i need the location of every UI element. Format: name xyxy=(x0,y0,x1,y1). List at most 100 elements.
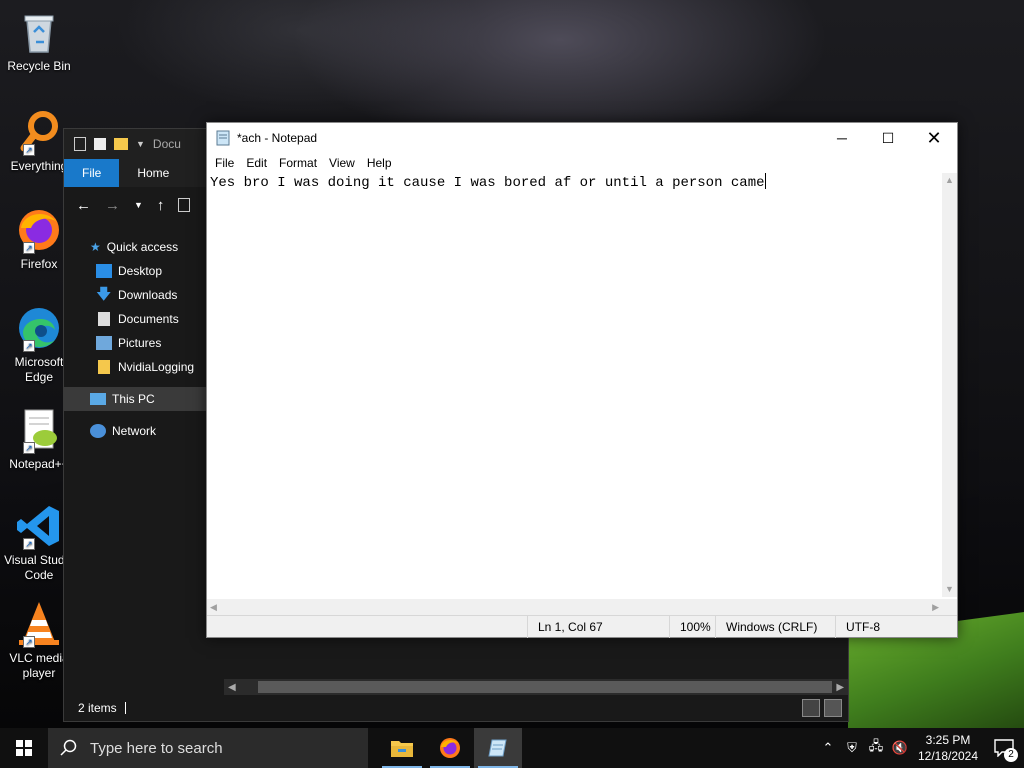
vlc-icon: ↗ xyxy=(15,600,63,648)
shortcut-arrow-icon: ↗ xyxy=(23,442,35,454)
scroll-right-icon[interactable]: ▶ xyxy=(832,682,848,693)
taskbar: Type here to search ⌃ ⛨ 🖧 🔇 3:25 PM 12/1… xyxy=(0,728,1024,768)
explorer-status-bar: 2 items xyxy=(64,695,848,721)
desktop-icon-recycle-bin[interactable]: Recycle Bin xyxy=(4,8,74,74)
zoom-level: 100% xyxy=(669,616,715,638)
menu-edit[interactable]: Edit xyxy=(240,156,273,170)
close-button[interactable]: ✕ xyxy=(911,123,957,153)
network-icon[interactable]: 🖧 xyxy=(864,737,888,759)
firefox-icon: ↗ xyxy=(15,206,63,254)
taskbar-firefox[interactable] xyxy=(426,728,474,768)
nav-label: Downloads xyxy=(118,288,178,302)
shortcut-arrow-icon: ↗ xyxy=(23,144,35,156)
qat-folder-icon[interactable] xyxy=(114,138,128,150)
cursor-position: Ln 1, Col 67 xyxy=(527,616,669,638)
nav-network[interactable]: Network xyxy=(64,419,221,443)
shortcut-arrow-icon: ↗ xyxy=(23,538,35,550)
vertical-scrollbar[interactable]: ▲ ▼ xyxy=(942,173,957,597)
clock-time: 3:25 PM xyxy=(925,733,971,747)
clock-date: 12/18/2024 xyxy=(917,749,979,763)
scroll-left-icon[interactable]: ◀ xyxy=(224,682,240,693)
scroll-left-icon[interactable]: ◀ xyxy=(210,602,217,613)
clock[interactable]: 3:25 PM 12/18/2024 xyxy=(912,732,984,764)
ribbon-tab-home[interactable]: Home xyxy=(119,159,187,187)
qat-properties-icon[interactable] xyxy=(94,138,106,150)
taskbar-file-explorer[interactable] xyxy=(378,728,426,768)
notepad-titlebar[interactable]: *ach - Notepad ─ ☐ ✕ xyxy=(207,123,957,153)
shortcut-arrow-icon: ↗ xyxy=(23,340,35,352)
nav-label: Pictures xyxy=(118,336,162,350)
details-view-icon[interactable] xyxy=(802,699,820,717)
file-explorer-icon xyxy=(391,741,413,757)
nav-label: This PC xyxy=(112,392,155,406)
horizontal-scrollbar[interactable]: ◀ ▶ xyxy=(207,599,942,615)
ribbon-tab-file[interactable]: File xyxy=(64,159,120,187)
menu-help[interactable]: Help xyxy=(361,156,398,170)
notepad-status-bar: Ln 1, Col 67 100% Windows (CRLF) UTF-8 xyxy=(207,615,957,638)
firefox-icon xyxy=(440,738,460,758)
explorer-app-icon xyxy=(74,137,86,151)
start-button[interactable] xyxy=(0,728,48,768)
nav-label: Network xyxy=(112,424,157,438)
text-caret xyxy=(764,173,766,189)
scroll-down-icon[interactable]: ▼ xyxy=(942,582,957,597)
taskbar-search-box[interactable]: Type here to search xyxy=(48,728,368,768)
vscode-icon: ↗ xyxy=(15,502,63,550)
large-icons-view-icon[interactable] xyxy=(824,699,842,717)
menu-format[interactable]: Format xyxy=(273,156,323,170)
location-icon xyxy=(178,198,191,212)
editor-content: Yes bro I was doing it cause I was bored… xyxy=(210,175,765,191)
qat-dropdown-icon[interactable]: ▼ xyxy=(136,139,145,149)
nav-item-documents[interactable]: Documents xyxy=(64,307,221,331)
folder-icon xyxy=(98,360,110,374)
line-ending: Windows (CRLF) xyxy=(715,616,835,638)
volume-muted-icon[interactable]: 🔇 xyxy=(888,740,912,756)
text-editor[interactable]: Yes bro I was doing it cause I was bored… xyxy=(207,173,942,597)
nav-this-pc[interactable]: This PC xyxy=(64,387,221,411)
everything-icon: ↗ xyxy=(15,108,63,156)
navigation-pane: ★ Quick access Desktop 🡇 Downloads Docum… xyxy=(64,229,221,695)
nav-item-desktop[interactable]: Desktop xyxy=(64,259,221,283)
star-icon: ★ xyxy=(90,240,101,254)
recent-locations-icon[interactable]: ▼ xyxy=(134,200,143,210)
recycle-bin-icon xyxy=(15,8,63,56)
desktop-icon-label: Recycle Bin xyxy=(7,59,71,73)
forward-arrow-icon[interactable]: → xyxy=(105,197,120,214)
encoding: UTF-8 xyxy=(835,616,943,638)
scroll-right-icon[interactable]: ▶ xyxy=(932,602,939,613)
explorer-title: Docu xyxy=(152,137,181,151)
nav-label: NvidiaLogging xyxy=(118,360,195,374)
edge-icon: ↗ xyxy=(15,304,63,352)
view-toggle xyxy=(802,699,842,717)
menu-view[interactable]: View xyxy=(323,156,361,170)
show-hidden-icons-chevron-icon[interactable]: ⌃ xyxy=(816,740,840,756)
nav-item-nvidialogging[interactable]: NvidiaLogging xyxy=(64,355,221,379)
scroll-up-icon[interactable]: ▲ xyxy=(942,173,957,188)
notepad-app-icon xyxy=(215,130,231,146)
search-icon xyxy=(60,739,77,756)
nav-item-downloads[interactable]: 🡇 Downloads xyxy=(64,283,221,307)
system-tray: ⌃ ⛨ 🖧 🔇 3:25 PM 12/18/2024 2 xyxy=(816,728,1024,768)
nav-quick-access[interactable]: ★ Quick access xyxy=(64,235,221,259)
item-count: 2 items xyxy=(78,701,117,715)
minimize-button[interactable]: ─ xyxy=(819,123,865,153)
taskbar-notepad[interactable] xyxy=(474,728,522,768)
notification-count-badge: 2 xyxy=(1004,748,1018,762)
notepad-window[interactable]: *ach - Notepad ─ ☐ ✕ File Edit Format Vi… xyxy=(206,122,958,638)
desktop-folder-icon xyxy=(96,264,112,278)
notifications-button[interactable]: 2 xyxy=(984,728,1024,768)
menu-file[interactable]: File xyxy=(209,156,240,170)
back-arrow-icon[interactable]: ← xyxy=(76,197,91,214)
search-placeholder: Type here to search xyxy=(90,739,223,757)
explorer-horizontal-scrollbar[interactable]: ◀ ▶ xyxy=(224,679,848,695)
notepad-menubar: File Edit Format View Help xyxy=(207,153,957,173)
scroll-thumb[interactable] xyxy=(257,681,833,693)
up-arrow-icon[interactable]: ↑ xyxy=(157,197,165,214)
maximize-button[interactable]: ☐ xyxy=(865,123,911,153)
status-divider xyxy=(124,702,126,714)
nav-label: Quick access xyxy=(106,240,179,254)
nav-label: Documents xyxy=(118,312,179,326)
nav-item-pictures[interactable]: Pictures xyxy=(64,331,221,355)
pictures-icon xyxy=(96,336,112,350)
security-icon[interactable]: ⛨ xyxy=(840,740,864,756)
